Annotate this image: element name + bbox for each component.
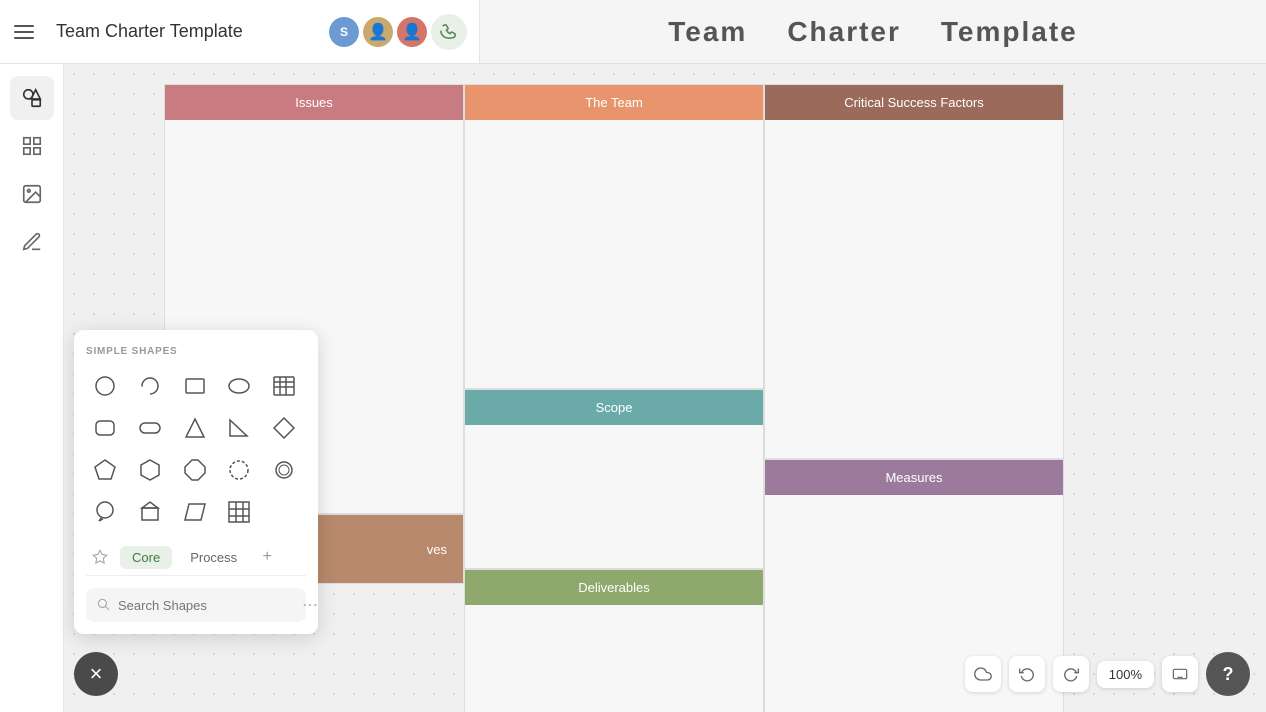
hamburger-icon — [14, 25, 34, 39]
title-part-3: Template — [941, 16, 1078, 48]
team-header: The Team — [465, 85, 763, 120]
close-fab-button[interactable]: × — [74, 652, 118, 696]
search-icon — [96, 597, 110, 614]
shape-rounded-rect[interactable] — [86, 409, 124, 447]
center-title: Team Charter Template — [480, 0, 1266, 64]
avatar-1[interactable]: 👤 — [363, 17, 393, 47]
objectives-label: ves — [427, 542, 447, 557]
app-title: Team Charter Template — [56, 21, 243, 42]
deliverables-board: Deliverables — [464, 569, 764, 712]
shape-stadium[interactable] — [131, 409, 169, 447]
grid-icon — [21, 135, 43, 157]
shape-pentagon2[interactable] — [131, 493, 169, 531]
search-bar: ⋯ — [86, 588, 306, 622]
image-icon — [21, 183, 43, 205]
shapes-icon — [21, 87, 43, 109]
sidebar — [0, 64, 64, 712]
column-2: The Team Scope Deliverables — [464, 84, 764, 712]
shape-diamond[interactable] — [265, 409, 303, 447]
cloud-save-button[interactable] — [965, 656, 1001, 692]
shape-octagon[interactable] — [176, 451, 214, 489]
scope-body — [465, 425, 763, 568]
more-options-button[interactable]: ⋯ — [302, 595, 318, 615]
csf-header: Critical Success Factors — [765, 85, 1063, 120]
core-tab[interactable]: Core — [120, 546, 172, 569]
redo-icon — [1063, 666, 1079, 682]
sidebar-grid-tool[interactable] — [10, 124, 54, 168]
csf-body — [765, 120, 1063, 458]
search-shapes-input[interactable] — [118, 598, 294, 613]
scope-board: Scope — [464, 389, 764, 569]
sidebar-image-tool[interactable] — [10, 172, 54, 216]
shape-ellipse[interactable] — [220, 367, 258, 405]
menu-button[interactable] — [0, 0, 48, 64]
redo-button[interactable] — [1053, 656, 1089, 692]
title-part-2: Charter — [787, 16, 901, 48]
avatar-group: S 👤 👤 — [329, 14, 467, 50]
team-board: The Team — [464, 84, 764, 389]
sidebar-shapes-tool[interactable] — [10, 76, 54, 120]
shape-callout[interactable] — [86, 493, 124, 531]
avatar-s[interactable]: S — [329, 17, 359, 47]
add-tab-button[interactable]: + — [255, 545, 279, 569]
shape-rectangle[interactable] — [176, 367, 214, 405]
shape-pentagon[interactable] — [86, 451, 124, 489]
shape-hexagon[interactable] — [131, 451, 169, 489]
measures-header: Measures — [765, 460, 1063, 495]
sidebar-draw-tool[interactable] — [10, 220, 54, 264]
shape-empty — [265, 493, 303, 531]
keyboard-shortcut-button[interactable] — [1162, 656, 1198, 692]
shape-circle[interactable] — [86, 367, 124, 405]
team-body — [465, 120, 763, 388]
undo-button[interactable] — [1009, 656, 1045, 692]
shape-circle-outline[interactable] — [220, 451, 258, 489]
star-tab[interactable] — [86, 543, 114, 571]
shape-panel: SIMPLE SHAPES — [74, 330, 318, 634]
phone-icon — [440, 23, 458, 41]
process-tab[interactable]: Process — [178, 546, 249, 569]
title-part-1: Team — [668, 16, 747, 48]
column-3: Critical Success Factors Measures — [764, 84, 1064, 712]
avatar-2[interactable]: 👤 — [397, 17, 427, 47]
shape-parallelogram[interactable] — [176, 493, 214, 531]
deliverables-header: Deliverables — [465, 570, 763, 605]
help-button[interactable]: ? — [1206, 652, 1250, 696]
phone-button[interactable] — [431, 14, 467, 50]
shape-table[interactable] — [265, 367, 303, 405]
shapes-section-label: SIMPLE SHAPES — [86, 346, 306, 357]
zoom-level[interactable]: 100% — [1097, 661, 1154, 688]
keyboard-icon — [1172, 666, 1188, 682]
issues-header: Issues — [165, 85, 463, 120]
shape-right-triangle[interactable] — [220, 409, 258, 447]
scope-header: Scope — [465, 390, 763, 425]
shape-grid[interactable] — [220, 493, 258, 531]
bottom-toolbar: 100% ? — [965, 652, 1250, 696]
csf-board: Critical Success Factors — [764, 84, 1064, 459]
shape-arc[interactable] — [131, 367, 169, 405]
shape-triangle[interactable] — [176, 409, 214, 447]
header: Team Charter Template S 👤 👤 — [0, 0, 480, 64]
draw-icon — [21, 231, 43, 253]
shape-rounded-circle[interactable] — [265, 451, 303, 489]
shapes-grid — [86, 367, 306, 531]
panel-tabs: Core Process + — [86, 543, 306, 576]
deliverables-body — [465, 605, 763, 712]
undo-icon — [1019, 666, 1035, 682]
cloud-icon — [974, 665, 992, 683]
